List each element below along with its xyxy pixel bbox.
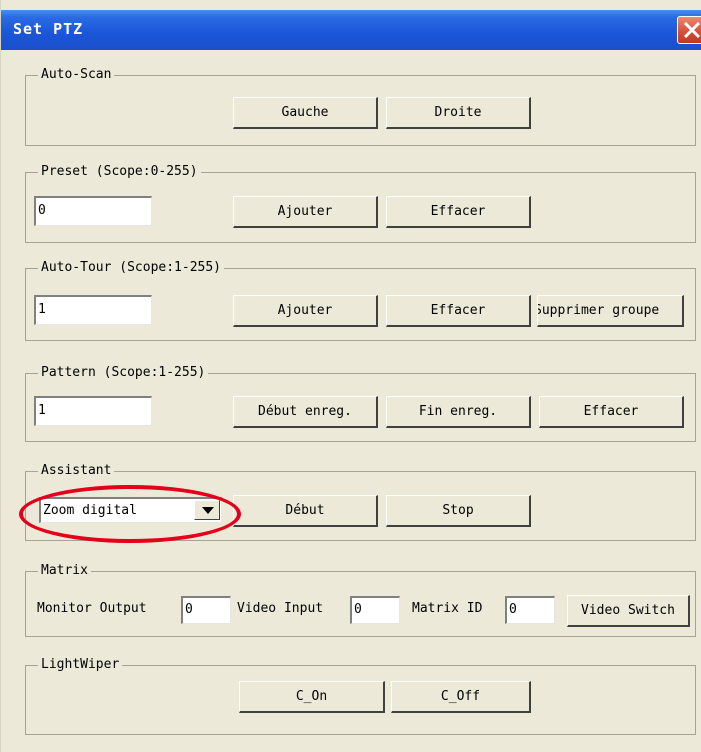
pattern-start-button[interactable]: Début enreg. [233,396,378,428]
window-title: Set PTZ [13,20,84,38]
matrix-id-input[interactable]: 0 [505,596,555,624]
dropdown-button[interactable] [194,500,220,520]
assistant-start-button[interactable]: Début [233,495,378,527]
assistant-label: Assistant [38,463,115,479]
preset-add-button[interactable]: Ajouter [233,196,378,228]
assistant-select[interactable]: Zoom digital [39,497,222,523]
assistant-select-value: Zoom digital [43,503,137,518]
auto-scan-label: Auto-Scan [38,67,115,83]
preset-input[interactable]: 0 [34,196,152,226]
auto-tour-delete-button[interactable]: Effacer [386,295,531,327]
pattern-label: Pattern (Scope:1-255) [38,365,209,381]
preset-delete-button[interactable]: Effacer [386,196,531,228]
monitor-output-label: Monitor Output [37,601,147,616]
matrix-id-label: Matrix ID [412,601,483,616]
close-icon [683,21,701,39]
pattern-end-button[interactable]: Fin enreg. [386,396,531,428]
set-ptz-dialog: Set PTZ Auto-Scan Gauche Droite Preset (… [0,0,701,752]
light-wiper-on-button[interactable]: C_On [239,681,385,713]
auto-tour-delete-group-button[interactable]: Supprimer groupe [537,295,684,327]
auto-tour-input[interactable]: 1 [34,295,152,325]
pattern-delete-button[interactable]: Effacer [539,396,684,428]
title-bar[interactable]: Set PTZ [1,10,701,50]
auto-scan-left-button[interactable]: Gauche [233,97,378,129]
auto-tour-add-button[interactable]: Ajouter [233,295,378,327]
preset-label: Preset (Scope:0-255) [38,164,201,180]
matrix-label: Matrix [38,563,91,579]
video-input-input[interactable]: 0 [350,596,400,624]
light-wiper-off-button[interactable]: C_Off [391,681,531,713]
close-button[interactable] [677,16,701,44]
auto-scan-right-button[interactable]: Droite [386,97,531,129]
light-wiper-label: LightWiper [38,657,123,673]
pattern-input[interactable]: 1 [34,396,152,426]
monitor-output-input[interactable]: 0 [181,596,231,624]
auto-tour-label: Auto-Tour (Scope:1-255) [38,260,225,276]
video-input-label: Video Input [237,601,324,616]
chevron-down-icon [202,507,214,514]
assistant-stop-button[interactable]: Stop [386,495,531,527]
video-switch-button[interactable]: Video Switch [567,595,690,627]
